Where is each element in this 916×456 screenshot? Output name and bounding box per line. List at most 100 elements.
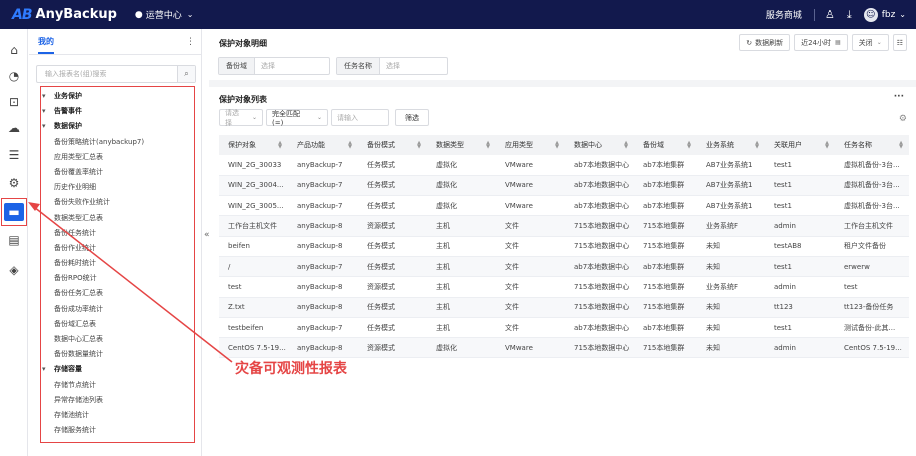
refresh-icon: ↻ [746, 38, 753, 47]
filter-value-placeholder: 请输入 [337, 113, 358, 122]
column-header[interactable]: 关联用户 ▲ ▼ [765, 135, 835, 155]
column-header[interactable]: 应用类型 ▲ ▼ [496, 135, 565, 155]
filter-value-input[interactable]: 请输入 [331, 109, 389, 126]
match-select[interactable]: 完全匹配 (=) ⌄ [266, 109, 328, 127]
table-cell: 资源模式 [358, 337, 427, 359]
table-cell: test1 [765, 195, 835, 217]
column-select-label: 请选择 [225, 108, 239, 127]
table-cell: WIN_2G_3005... [219, 195, 288, 217]
table-row[interactable]: test anyBackup-8 资源模式 主机 文件 715本地数据中心 715本地集群业… [219, 276, 909, 298]
table-cell: 任务模式 [358, 195, 427, 217]
column-header[interactable]: 产品功能 ▲ ▼ [288, 135, 358, 155]
table-cell: 未知 [697, 337, 765, 359]
resource-icon[interactable]: ☰ [4, 146, 24, 164]
annotation-label: 灾备可观测性报表 [235, 361, 347, 377]
column-header[interactable]: 保护对象 ▲ ▼ [219, 135, 288, 155]
sort-icon[interactable]: ▲ ▼ [555, 141, 559, 150]
table-cell: anyBackup-8 [288, 276, 358, 298]
table-row[interactable]: WIN_2G_30033 anyBackup-7 任务模式 虚拟化 VMware ab7本… [219, 155, 909, 176]
filter-settings-button[interactable]: ☷ [892, 34, 907, 51]
cluster-icon[interactable]: ⚙ [4, 174, 24, 192]
table-row[interactable]: Z.txt anyBackup-8 任务模式 主机 文件 715本地数据中心 715本地集群… [219, 297, 909, 318]
sort-icon[interactable]: ▲ ▼ [417, 141, 421, 150]
center-selector[interactable]: ● 运营中心 ⌄ [135, 8, 194, 22]
close-select[interactable]: 关闭 ⌄ [851, 34, 889, 51]
table-cell: anyBackup-8 [288, 337, 358, 359]
chevron-down-icon[interactable]: ⌄ [899, 10, 906, 19]
user-switch-icon[interactable]: ♙ [825, 8, 835, 21]
column-header[interactable]: 备份模式 ▲ ▼ [358, 135, 427, 155]
monitor-icon[interactable]: ⊡ [4, 93, 24, 111]
search-icon[interactable]: ⌕ [177, 66, 195, 82]
refresh-button[interactable]: ↻ 数据刷新 [739, 34, 791, 51]
backup-domain-label: 备份域 [219, 58, 255, 74]
table-cell: 虚拟机备份-3台... [835, 195, 909, 217]
table-cell: test [835, 276, 909, 298]
table-header-row: 保护对象 ▲ ▼ 产品功能 ▲ ▼ 备份模式 ▲ ▼ 数据类型 ▲ ▼ 应用类型 ▲ ▼ 数据中心 ▲ ▼ 备份域 ▲… [219, 135, 909, 155]
table-row[interactable]: / anyBackup-7 任务模式 主机 文件 ab7本地数据中心 ab7本地集群 未知 te… [219, 256, 909, 278]
service-store-link[interactable]: 服务商城 [766, 8, 802, 21]
dashboard-icon[interactable]: ◔ [4, 67, 24, 85]
report-search-input[interactable]: 输入报表名(组)搜索 ⌕ [36, 65, 196, 83]
time-range-select[interactable]: 近24小时 ▦ [794, 34, 848, 51]
table-cell: 715本地集群 [634, 297, 697, 318]
table-cell: 业务系统F [697, 276, 765, 298]
calendar-icon: ▦ [835, 39, 841, 46]
table-row[interactable]: testbeifen anyBackup-7 任务模式 主机 文件 ab7本地数据中心 ab… [219, 317, 909, 339]
tab-mine[interactable]: 我的 [38, 36, 54, 54]
top-header: AB AnyBackup ● 运营中心 ⌄ 服务商城 ♙ ⤓ ☺ fbz ⌄ [0, 0, 916, 29]
sort-icon[interactable]: ▲ ▼ [899, 141, 903, 150]
download-icon[interactable]: ⤓ [847, 8, 852, 22]
table-cell: ab7本地数据中心 [565, 317, 634, 339]
column-select[interactable]: 请选择 ⌄ [219, 108, 263, 127]
table-cell: VMware [496, 155, 565, 176]
column-header[interactable]: 任务名称 ▲ ▼ [835, 135, 909, 155]
backup-domain-field[interactable]: 备份域 选择 [218, 57, 330, 75]
sort-icon[interactable]: ▲ ▼ [624, 141, 628, 150]
column-header[interactable]: 数据中心 ▲ ▼ [565, 135, 634, 155]
task-name-field[interactable]: 任务名称 选择 [336, 57, 448, 75]
filter-panel: 保护对象明细 ↻ 数据刷新 近24小时 ▦ 关闭 ⌄ ☷ 备份域 选择 任务名称 选择 [209, 29, 916, 80]
column-header-label: 应用类型 [505, 141, 533, 149]
table-cell: AB7业务系统1 [697, 195, 765, 217]
column-header[interactable]: 备份域 ▲ ▼ [634, 135, 697, 155]
column-header[interactable]: 数据类型 ▲ ▼ [427, 135, 496, 155]
home-icon[interactable]: ⌂ [4, 41, 24, 59]
table-row[interactable]: WIN_2G_3004... anyBackup-7 任务模式 虚拟化 VMware ab… [219, 175, 909, 197]
more-vertical-icon[interactable]: ⋮ [186, 37, 195, 47]
filter-button[interactable]: 筛选 [395, 109, 429, 126]
table-row[interactable]: CentOS 7.5-19... anyBackup-8 资源模式 虚拟化 VMware… [219, 337, 909, 359]
table-cell: CentOS 7.5-19... [835, 337, 909, 359]
annotation-box-rail [1, 198, 27, 226]
table-cell: VMware [496, 195, 565, 217]
layers-icon[interactable]: ◈ [4, 261, 24, 279]
backup-domain-value[interactable]: 选择 [255, 58, 281, 74]
user-name[interactable]: fbz [882, 10, 896, 20]
table-row[interactable]: 工作台主机文件 anyBackup-8 资源模式 主机 文件 715本地数据中心 715本地… [219, 215, 909, 237]
sort-icon[interactable]: ▲ ▼ [755, 141, 759, 150]
gear-icon[interactable]: ⚙ [899, 114, 907, 124]
sort-icon[interactable]: ▲ ▼ [278, 141, 282, 150]
logo[interactable]: AB AnyBackup [12, 7, 117, 23]
cloud-icon[interactable]: ☁ [4, 119, 24, 137]
report-search-placeholder: 输入报表名(组)搜索 [45, 70, 107, 78]
table-cell: ab7本地集群 [634, 195, 697, 217]
avatar[interactable]: ☺ [863, 7, 878, 22]
storage-icon[interactable]: ▤ [4, 231, 24, 249]
table-cell: admin [765, 215, 835, 237]
logo-text: AnyBackup [35, 7, 117, 22]
sort-icon[interactable]: ▲ ▼ [825, 141, 829, 150]
column-header-label: 备份域 [643, 141, 664, 149]
sort-icon[interactable]: ▲ ▼ [687, 141, 691, 150]
table-row[interactable]: WIN_2G_3005... anyBackup-7 任务模式 虚拟化 VMware ab… [219, 195, 909, 217]
more-horizontal-icon[interactable]: ··· [894, 92, 904, 102]
sort-icon[interactable]: ▲ ▼ [486, 141, 490, 150]
sort-icon[interactable]: ▲ ▼ [348, 141, 352, 150]
column-header[interactable]: 业务系统 ▲ ▼ [697, 135, 765, 155]
table-cell: 测试备份-此其... [835, 317, 909, 339]
task-name-value[interactable]: 选择 [380, 58, 406, 74]
table-cell: tt123 [765, 297, 835, 318]
table-cell: 工作台主机文件 [835, 215, 909, 237]
table-cell: 文件 [496, 317, 565, 339]
table-row[interactable]: beifen anyBackup-8 任务模式 主机 文件 715本地数据中心 715本地集… [219, 236, 909, 257]
